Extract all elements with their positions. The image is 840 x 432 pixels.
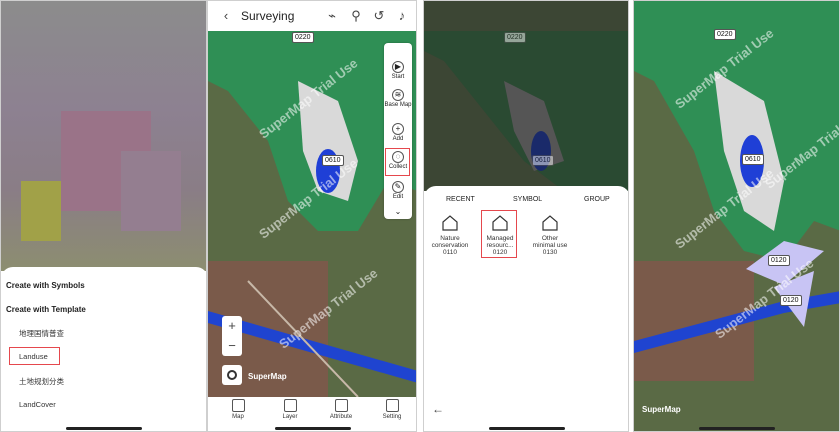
- nav-attribute[interactable]: Attribute: [321, 399, 361, 420]
- plus-icon: +: [392, 123, 404, 135]
- template-picker-screen: Create with Symbols Create with Template…: [0, 0, 207, 432]
- nav-map[interactable]: Map: [218, 399, 258, 420]
- nav-layer[interactable]: Layer: [270, 399, 310, 420]
- top-bar: ‹ Surveying ⌁ ⚲ ↺ ♪: [208, 1, 416, 31]
- table-icon: [334, 399, 348, 412]
- layers-icon: ≋: [392, 89, 404, 101]
- base-map-tool[interactable]: ≋ Base Map: [384, 89, 412, 108]
- dimmed-map: [1, 1, 206, 271]
- house-icon: [542, 215, 558, 231]
- map-label: 0120: [768, 255, 790, 266]
- undo-icon[interactable]: ↺: [371, 8, 387, 24]
- pencil-icon: ✎: [392, 181, 404, 193]
- play-icon: ▶: [392, 61, 404, 73]
- create-with-template-header[interactable]: Create with Template: [6, 305, 86, 314]
- home-indicator: [699, 427, 775, 430]
- page-title: Surveying: [241, 9, 295, 23]
- tab-symbol[interactable]: SYMBOL: [513, 196, 542, 203]
- tool-strip: ▶ Start ≋ Base Map + Add ◌ Collect ✎ Edit ⌄: [384, 43, 412, 219]
- map-label: 0220: [714, 29, 736, 40]
- selection-highlight: [481, 210, 517, 258]
- collect-highlight: [385, 148, 410, 176]
- map-label: 0120: [780, 295, 802, 306]
- home-indicator: [66, 427, 142, 430]
- chevron-down-icon[interactable]: ⌄: [384, 207, 412, 216]
- result-map-screen: 0220 0610 0120 0120 SuperMap Trial Use S…: [633, 0, 840, 432]
- symbol-sheet: RECENT SYMBOL GROUP Nature conservation 0…: [424, 186, 628, 431]
- zoom-control: + −: [222, 316, 242, 356]
- symbol-item[interactable]: Other minimal use 0130: [530, 214, 570, 256]
- map-icon: [231, 399, 245, 412]
- dimmed-map: 0220 0610: [424, 1, 628, 191]
- template-item[interactable]: 地理国情普查: [19, 328, 64, 339]
- house-icon: [442, 215, 458, 231]
- zoom-out-button[interactable]: −: [222, 336, 242, 356]
- selection-highlight: [9, 347, 60, 365]
- supermap-logo: SuperMap: [642, 405, 681, 414]
- tab-group[interactable]: GROUP: [584, 196, 610, 203]
- layer-icon: [283, 399, 297, 412]
- edit-tool[interactable]: ✎ Edit: [384, 181, 412, 200]
- share-icon[interactable]: ⌁: [324, 8, 340, 24]
- map-view[interactable]: 0220 0610 0120 0120 SuperMap Trial Use S…: [634, 1, 839, 431]
- back-icon[interactable]: ‹: [218, 8, 234, 24]
- symbol-item[interactable]: Nature conservation 0110: [430, 214, 470, 256]
- surveying-screen: 0220 0610 SuperMap Trial Use SuperMap Tr…: [207, 0, 417, 432]
- gear-icon: [385, 399, 399, 412]
- home-indicator: [275, 427, 351, 430]
- nav-setting[interactable]: Setting: [372, 399, 412, 420]
- tab-recent[interactable]: RECENT: [446, 196, 475, 203]
- template-item[interactable]: LandCover: [19, 400, 56, 409]
- back-arrow-icon[interactable]: ←: [432, 402, 444, 416]
- supermap-logo: SuperMap: [248, 372, 287, 381]
- map-label: 0610: [532, 155, 554, 166]
- symbol-picker-screen: 0220 0610 RECENT SYMBOL GROUP Nature con…: [423, 0, 629, 432]
- add-tool[interactable]: + Add: [384, 123, 412, 142]
- home-indicator: [489, 427, 565, 430]
- locate-button[interactable]: [222, 365, 242, 385]
- map-label: 0220: [292, 32, 314, 43]
- create-with-symbols-header[interactable]: Create with Symbols: [6, 281, 85, 290]
- map-label: 0610: [742, 154, 764, 165]
- locate-icon: [227, 370, 237, 380]
- start-tool[interactable]: ▶ Start: [384, 61, 412, 80]
- template-item[interactable]: 土地规划分类: [19, 376, 64, 387]
- mic-icon[interactable]: ♪: [394, 8, 410, 24]
- search-icon[interactable]: ⚲: [348, 8, 364, 24]
- zoom-in-button[interactable]: +: [222, 316, 242, 336]
- map-label: 0220: [504, 32, 526, 43]
